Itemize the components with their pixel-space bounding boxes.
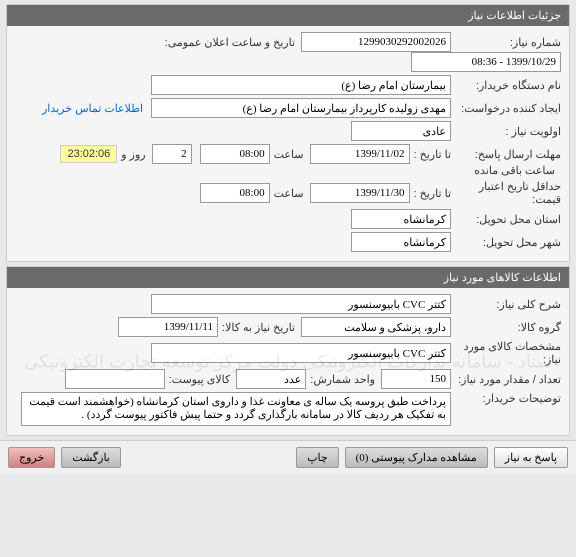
contact-link[interactable]: اطلاعات تماس خریدار xyxy=(42,102,143,115)
buyer-note-textarea[interactable] xyxy=(21,392,451,426)
group-label: گروه کالا: xyxy=(451,321,561,334)
spec-label: مشخصات کالای مورد نیاز: xyxy=(451,340,561,366)
buyer-input[interactable] xyxy=(151,75,451,95)
need-date-input[interactable] xyxy=(118,317,218,337)
attach-input[interactable] xyxy=(65,369,165,389)
qty-input[interactable] xyxy=(381,369,451,389)
priority-label: اولویت نیاز : xyxy=(451,125,561,138)
attachments-count: (0) xyxy=(356,452,369,464)
panel-header-2: اطلاعات کالاهای مورد نیاز xyxy=(7,267,569,288)
delivery-city-input[interactable] xyxy=(351,232,451,252)
priority-input[interactable] xyxy=(351,121,451,141)
need-details-panel: جزئیات اطلاعات نیاز شماره نیاز: تاریخ و … xyxy=(6,4,570,262)
footer-toolbar: پاسخ به نیاز مشاهده مدارک پیوستی (0) چاپ… xyxy=(0,440,576,474)
qty-label: تعداد / مقدار مورد نیاز: xyxy=(451,373,561,386)
to-date-label-2: تا تاریخ : xyxy=(410,187,451,200)
spec-input[interactable] xyxy=(151,343,451,363)
need-date-label: تاریخ نیاز به کالا: xyxy=(218,321,301,334)
unit-label: واحد شمارش: xyxy=(306,373,381,386)
attach-label: کالای پیوست: xyxy=(165,373,237,386)
deadline-date-input[interactable] xyxy=(310,144,410,164)
days-label: روز و xyxy=(117,148,151,161)
deadline-main-label: مهلت ارسال پاسخ: xyxy=(451,148,561,161)
reply-button[interactable]: پاسخ به نیاز xyxy=(494,447,568,468)
buyer-note-label: توضیحات خریدار: xyxy=(451,392,561,405)
unit-input[interactable] xyxy=(236,369,306,389)
public-datetime-label: تاریخ و ساعت اعلان عمومی: xyxy=(161,36,301,49)
validity-time-input[interactable] xyxy=(200,183,270,203)
remaining-label: ساعت باقی مانده xyxy=(470,164,561,177)
validity-date-input[interactable] xyxy=(310,183,410,203)
creator-label: ایجاد کننده درخواست: xyxy=(451,102,561,115)
goods-info-panel: اطلاعات کالاهای مورد نیاز ستاد - سامانه … xyxy=(6,266,570,436)
desc-label: شرح کلی نیاز: xyxy=(451,298,561,311)
niaz-number-label: شماره نیاز: xyxy=(451,36,561,49)
desc-input[interactable] xyxy=(151,294,451,314)
validity-label: حداقل تاریخ اعتبار قیمت: xyxy=(451,180,561,206)
niaz-number-input[interactable] xyxy=(301,32,451,52)
back-button[interactable]: بازگشت xyxy=(61,447,121,468)
attachments-label: مشاهده مدارک پیوستی xyxy=(371,452,477,464)
days-input[interactable] xyxy=(152,144,192,164)
print-button[interactable]: چاپ xyxy=(296,447,339,468)
time-label-1: ساعت xyxy=(270,148,310,161)
deadline-time-input[interactable] xyxy=(200,144,270,164)
public-datetime-input[interactable] xyxy=(411,52,561,72)
group-input[interactable] xyxy=(301,317,451,337)
to-date-label: تا تاریخ : xyxy=(410,148,451,161)
countdown-timer: 23:02:06 xyxy=(60,145,117,163)
panel-header-1: جزئیات اطلاعات نیاز xyxy=(7,5,569,26)
delivery-city-label: شهر محل تحویل: xyxy=(451,236,561,249)
delivery-province-label: استان محل تحویل: xyxy=(451,213,561,226)
time-label-2: ساعت xyxy=(270,187,310,200)
exit-button[interactable]: خروج xyxy=(8,447,55,468)
buyer-label: نام دستگاه خریدار: xyxy=(451,79,561,92)
delivery-province-input[interactable] xyxy=(351,209,451,229)
attachments-button[interactable]: مشاهده مدارک پیوستی (0) xyxy=(345,447,488,468)
creator-input[interactable] xyxy=(151,98,451,118)
